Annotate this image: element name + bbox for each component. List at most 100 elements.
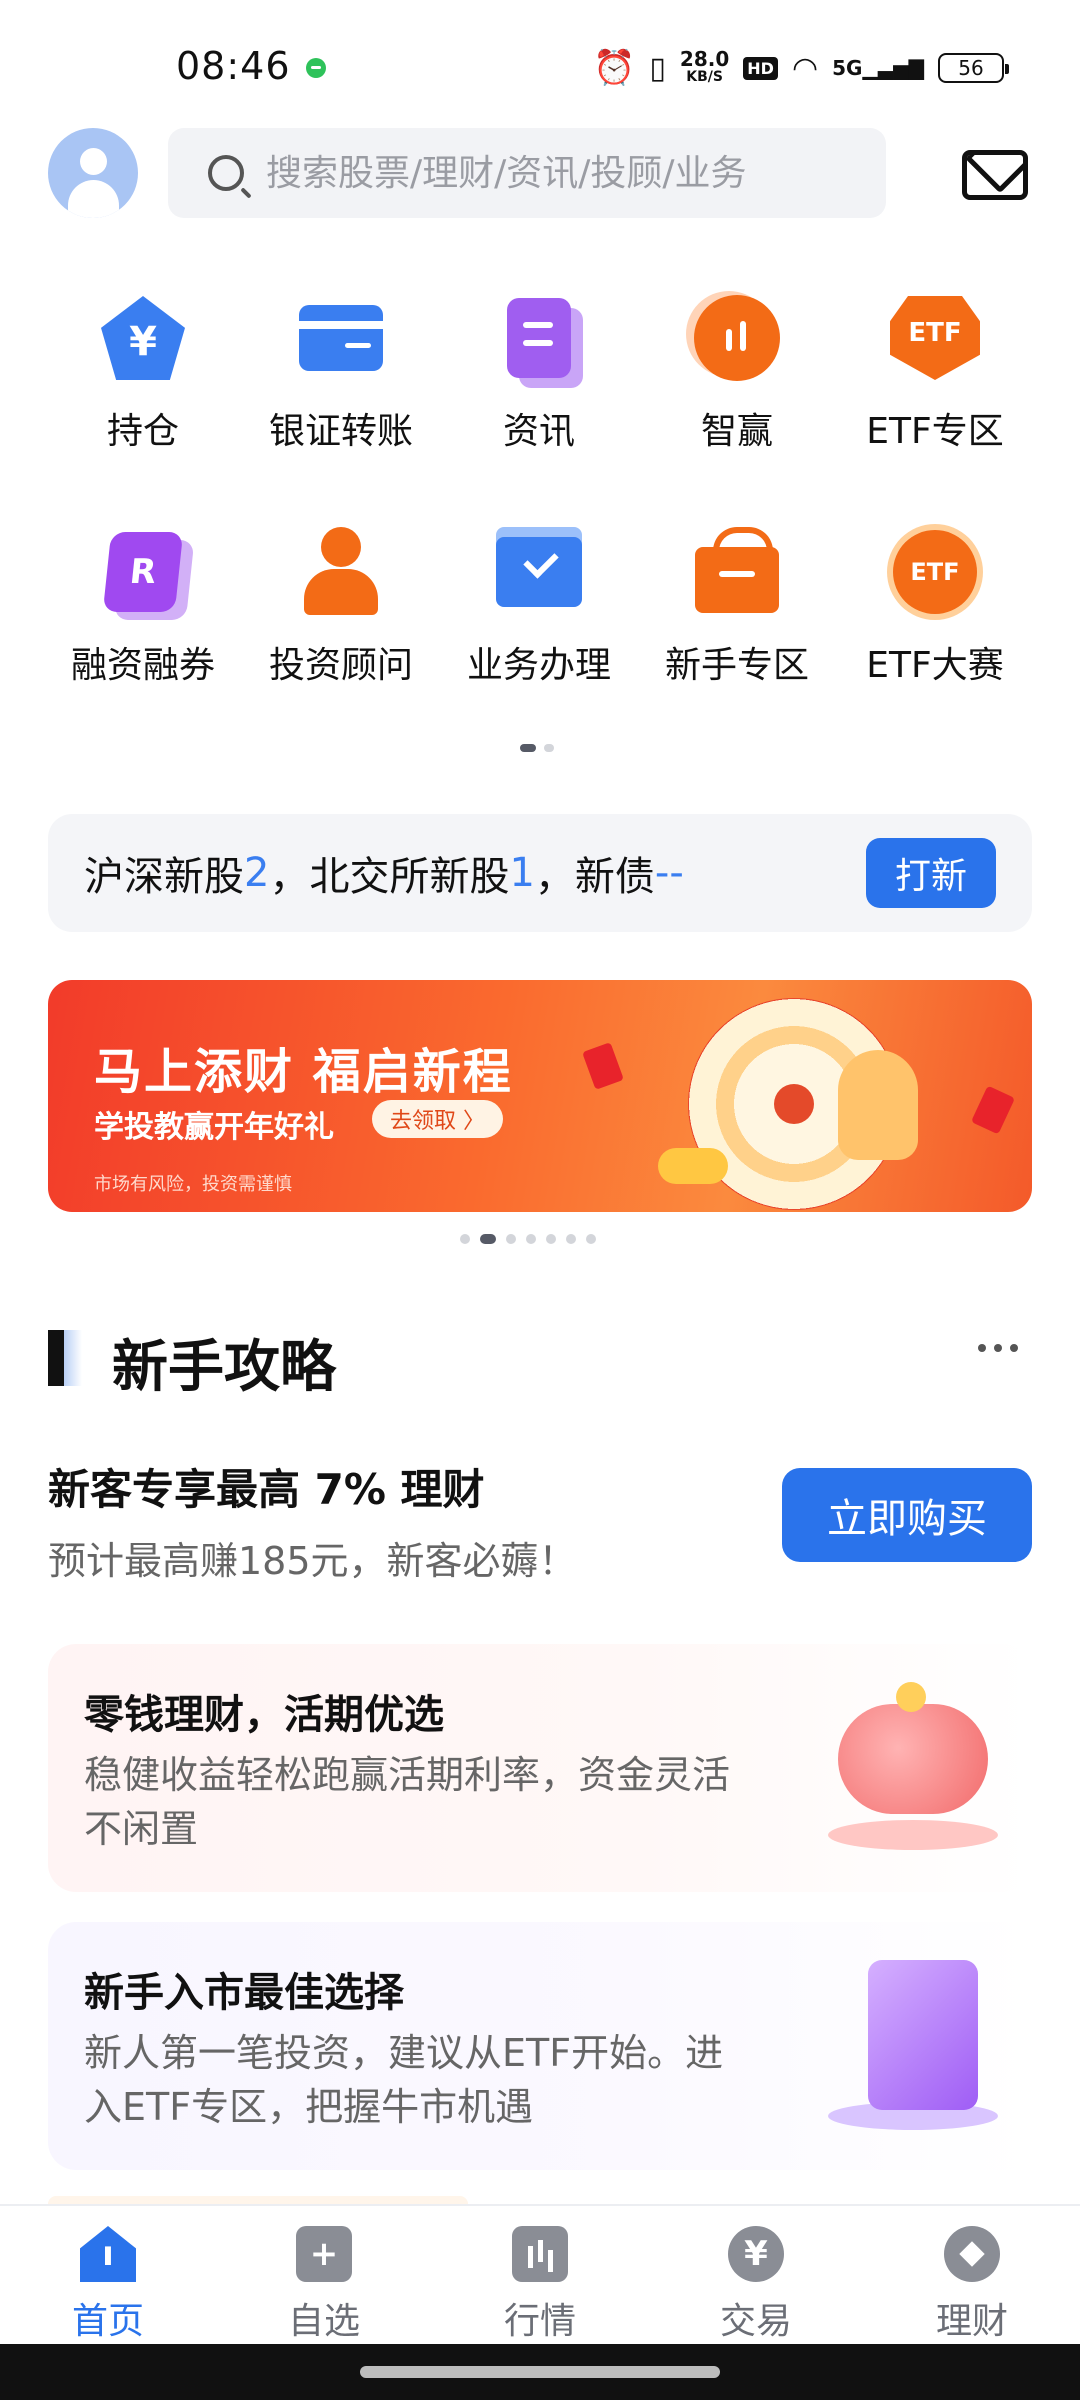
more-options-icon[interactable] <box>978 1344 1018 1352</box>
grid-item-etf-zone[interactable]: ETF ETF专区 <box>836 290 1034 524</box>
guide-card-etf-start[interactable]: 新手入市最佳选择 新人第一笔投资，建议从ETF开始。进入ETF专区，把握牛市机遇 <box>48 1922 1032 2170</box>
bank-card-icon <box>299 305 383 371</box>
card-description: 稳健收益轻松跑赢活期利率，资金灵活不闲置 <box>84 1753 731 1851</box>
tab-home[interactable]: ı 首页 <box>0 2206 216 2344</box>
promo-subtitle: 预计最高赚185元，新客必薅！ <box>48 1539 577 1583</box>
pager-dot <box>544 744 554 752</box>
scroll-chart-icon <box>868 1960 978 2110</box>
grid-label: 业务办理 <box>466 645 611 686</box>
grid-item-news[interactable]: 资讯 <box>440 290 638 524</box>
ipo-count-bse: 1 <box>509 850 535 896</box>
section-title: 新手攻略 <box>112 1334 336 1400</box>
quick-entry-grid: ¥ 持仓 银证转账 资讯 智赢 ETF ETF专区 R 融资融券 投资顾问 业务… <box>0 290 1080 758</box>
grid-pager <box>520 744 554 752</box>
banner-claim-button[interactable]: 去领取 〉 <box>372 1100 503 1138</box>
tab-label: 理财 <box>935 2301 1008 2342</box>
etf-badge-icon: ETF <box>890 296 980 380</box>
advisor-person-icon <box>298 527 384 617</box>
signal-5g: 5G▁▃▅▇ <box>832 56 924 80</box>
chart-circle-icon <box>694 295 780 381</box>
alarm-icon: ⏰ <box>593 48 636 88</box>
battery-icon: 56 <box>938 53 1009 83</box>
search-input[interactable] <box>266 152 826 194</box>
ipo-text-c: ，新债 <box>534 854 655 900</box>
tab-label: 交易 <box>719 2301 792 2342</box>
red-envelope-icon <box>582 1042 624 1090</box>
tab-label: 首页 <box>71 2301 144 2342</box>
piggy-bank-icon <box>838 1704 988 1814</box>
avatar-head <box>80 148 107 175</box>
gift-box-icon <box>695 527 779 613</box>
chat-notification-icon <box>306 58 326 78</box>
pager-dot-active <box>520 744 536 752</box>
gesture-navigation-bar[interactable] <box>0 2344 1080 2400</box>
pager-dot <box>526 1234 536 1244</box>
ipo-count-bond: -- <box>654 850 684 896</box>
tab-watchlist[interactable]: + 自选 <box>216 2206 432 2344</box>
ipo-subscribe-button[interactable]: 打新 <box>866 838 996 908</box>
yuan-circle-icon: ¥ <box>728 2226 784 2282</box>
guide-card-cash-management[interactable]: 零钱理财，活期优选 稳健收益轻松跑赢活期利率，资金灵活不闲置 <box>48 1644 1032 1892</box>
banner-title: 马上添财 福启新程 <box>94 1044 513 1100</box>
tab-label: 自选 <box>287 2301 360 2342</box>
grid-item-advisor[interactable]: 投资顾问 <box>242 524 440 758</box>
red-envelope-icon <box>970 1085 1016 1135</box>
tab-trade[interactable]: ¥ 交易 <box>648 2206 864 2344</box>
net-speed-unit: KB/S <box>686 69 723 85</box>
tab-market[interactable]: 行情 <box>432 2206 648 2344</box>
grid-label: 新手专区 <box>664 645 809 686</box>
pager-dot <box>546 1234 556 1244</box>
grid-label: 持仓 <box>106 411 179 452</box>
pager-dot <box>460 1234 470 1244</box>
tab-wealth[interactable]: 理财 <box>864 2206 1080 2344</box>
search-bar[interactable] <box>168 128 886 218</box>
grid-item-etf-contest[interactable]: ETF ETF大赛 <box>836 524 1034 758</box>
ipo-text-b: ，北交所新股 <box>269 854 510 900</box>
grid-item-margin[interactable]: R 融资融券 <box>44 524 242 758</box>
status-bar: 08:46 ⏰ ▯ 28.0 KB/S HD ◠ 5G▁▃▅▇ 56 <box>0 0 1080 120</box>
grid-row-1: ¥ 持仓 银证转账 资讯 智赢 ETF ETF专区 <box>0 290 1080 524</box>
horse-mascot-icon <box>838 1050 918 1160</box>
home-icon: ı <box>80 2226 136 2282</box>
coin-icon <box>896 1682 926 1712</box>
grid-row-2: R 融资融券 投资顾问 业务办理 新手专区 ETF ETF大赛 <box>0 524 1080 758</box>
pedestal-icon <box>828 1820 998 1850</box>
pager-dot-active <box>480 1234 496 1244</box>
wallet-yuan-icon: ¥ <box>101 296 185 380</box>
section-accent-bar <box>48 1330 82 1386</box>
tab-label: 行情 <box>503 2301 576 2342</box>
buy-now-button[interactable]: 立即购买 <box>782 1468 1032 1562</box>
grid-label: ETF专区 <box>866 411 1004 452</box>
grid-label: 银证转账 <box>268 411 413 452</box>
avatar[interactable] <box>48 128 138 218</box>
ipo-text-a: 沪深新股 <box>84 854 244 900</box>
card-description: 新人第一笔投资，建议从ETF开始。进入ETF专区，把握牛市机遇 <box>84 2031 724 2129</box>
signal-label: 5G <box>832 56 863 80</box>
grid-label: ETF大赛 <box>866 645 1004 686</box>
grid-item-business[interactable]: 业务办理 <box>440 524 638 758</box>
grid-label: 资讯 <box>502 411 575 452</box>
grid-item-zhiying[interactable]: 智赢 <box>638 290 836 524</box>
grid-label: 融资融券 <box>70 645 215 686</box>
grid-item-holdings[interactable]: ¥ 持仓 <box>44 290 242 524</box>
etf-medal-icon: ETF <box>893 530 977 614</box>
message-envelope-icon[interactable] <box>962 150 1028 200</box>
promo-title: 新客专享最高 7% 理财 <box>48 1465 485 1514</box>
avatar-body <box>68 180 119 218</box>
promo-banner[interactable]: 马上添财 福启新程 学投教赢开年好礼 去领取 〉 市场有风险，投资需谨慎 <box>48 980 1032 1212</box>
ipo-count-shsz: 2 <box>244 850 270 896</box>
margin-r-icon: R <box>102 532 184 612</box>
grid-item-newbie[interactable]: 新手专区 <box>638 524 836 758</box>
vibrate-icon: ▯ <box>649 50 666 86</box>
card-title: 零钱理财，活期优选 <box>84 1692 444 1738</box>
grid-item-bank-transfer[interactable]: 银证转账 <box>242 290 440 524</box>
next-card-peek <box>48 2196 468 2204</box>
pager-dot <box>586 1234 596 1244</box>
banner-risk-note: 市场有风险，投资需谨慎 <box>94 1174 292 1195</box>
bottom-tab-bar: ı 首页 + 自选 行情 ¥ 交易 理财 <box>0 2204 1080 2344</box>
gold-coins-icon <box>658 1148 728 1184</box>
wifi-icon: ◠ <box>791 50 819 86</box>
ipo-subscription-bar[interactable]: 沪深新股 2 ，北交所新股 1 ，新债 -- 打新 <box>48 814 1032 932</box>
net-speed: 28.0 KB/S <box>680 49 729 86</box>
grid-label: 智赢 <box>700 411 773 452</box>
